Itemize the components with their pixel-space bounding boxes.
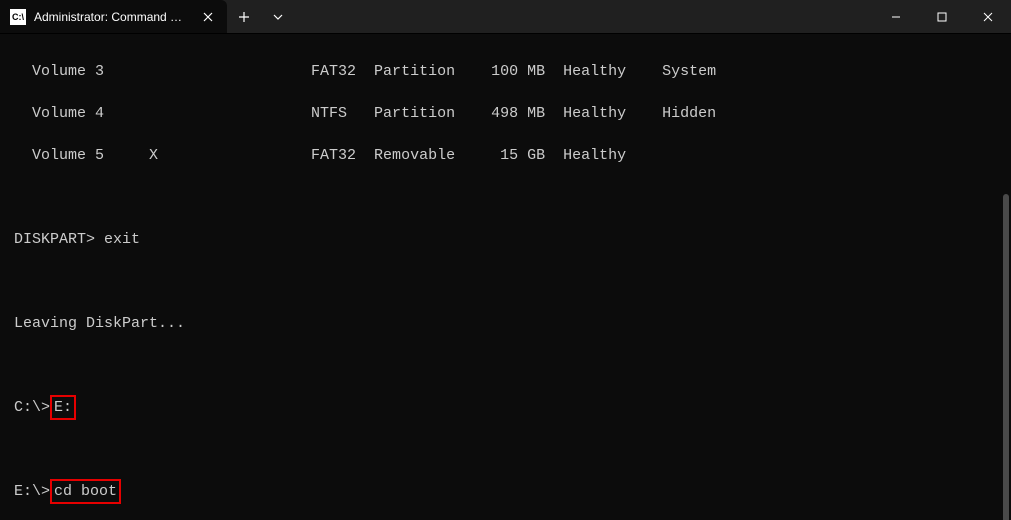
titlebar-drag-area[interactable] — [295, 0, 873, 33]
maximize-button[interactable] — [919, 0, 965, 33]
tab-dropdown-button[interactable] — [261, 0, 295, 33]
volume-row: Volume 3 FAT32 Partition 100 MB Healthy … — [14, 61, 997, 82]
highlight-cmd-1: E: — [50, 395, 76, 420]
new-tab-button[interactable] — [227, 0, 261, 33]
tab-active[interactable]: C:\ Administrator: Command Promp — [0, 0, 227, 33]
window-controls — [873, 0, 1011, 33]
scrollbar-thumb[interactable] — [1003, 194, 1009, 520]
leaving-line: Leaving DiskPart... — [14, 313, 997, 334]
cmd-line-2: E:\>cd boot — [14, 481, 997, 502]
terminal-output[interactable]: Volume 3 FAT32 Partition 100 MB Healthy … — [0, 34, 1011, 520]
minimize-button[interactable] — [873, 0, 919, 33]
diskpart-exit-line: DISKPART> exit — [14, 229, 997, 250]
close-window-button[interactable] — [965, 0, 1011, 33]
highlight-cmd-2: cd boot — [50, 479, 121, 504]
volume-row: Volume 5 X FAT32 Removable 15 GB Healthy — [14, 145, 997, 166]
titlebar: C:\ Administrator: Command Promp — [0, 0, 1011, 34]
tab-close-button[interactable] — [199, 8, 217, 26]
cmd-line-1: C:\>E: — [14, 397, 997, 418]
volume-row: Volume 4 NTFS Partition 498 MB Healthy H… — [14, 103, 997, 124]
tab-title: Administrator: Command Promp — [34, 10, 189, 24]
cmd-icon: C:\ — [10, 9, 26, 25]
terminal-window: C:\ Administrator: Command Promp Volume — [0, 0, 1011, 520]
